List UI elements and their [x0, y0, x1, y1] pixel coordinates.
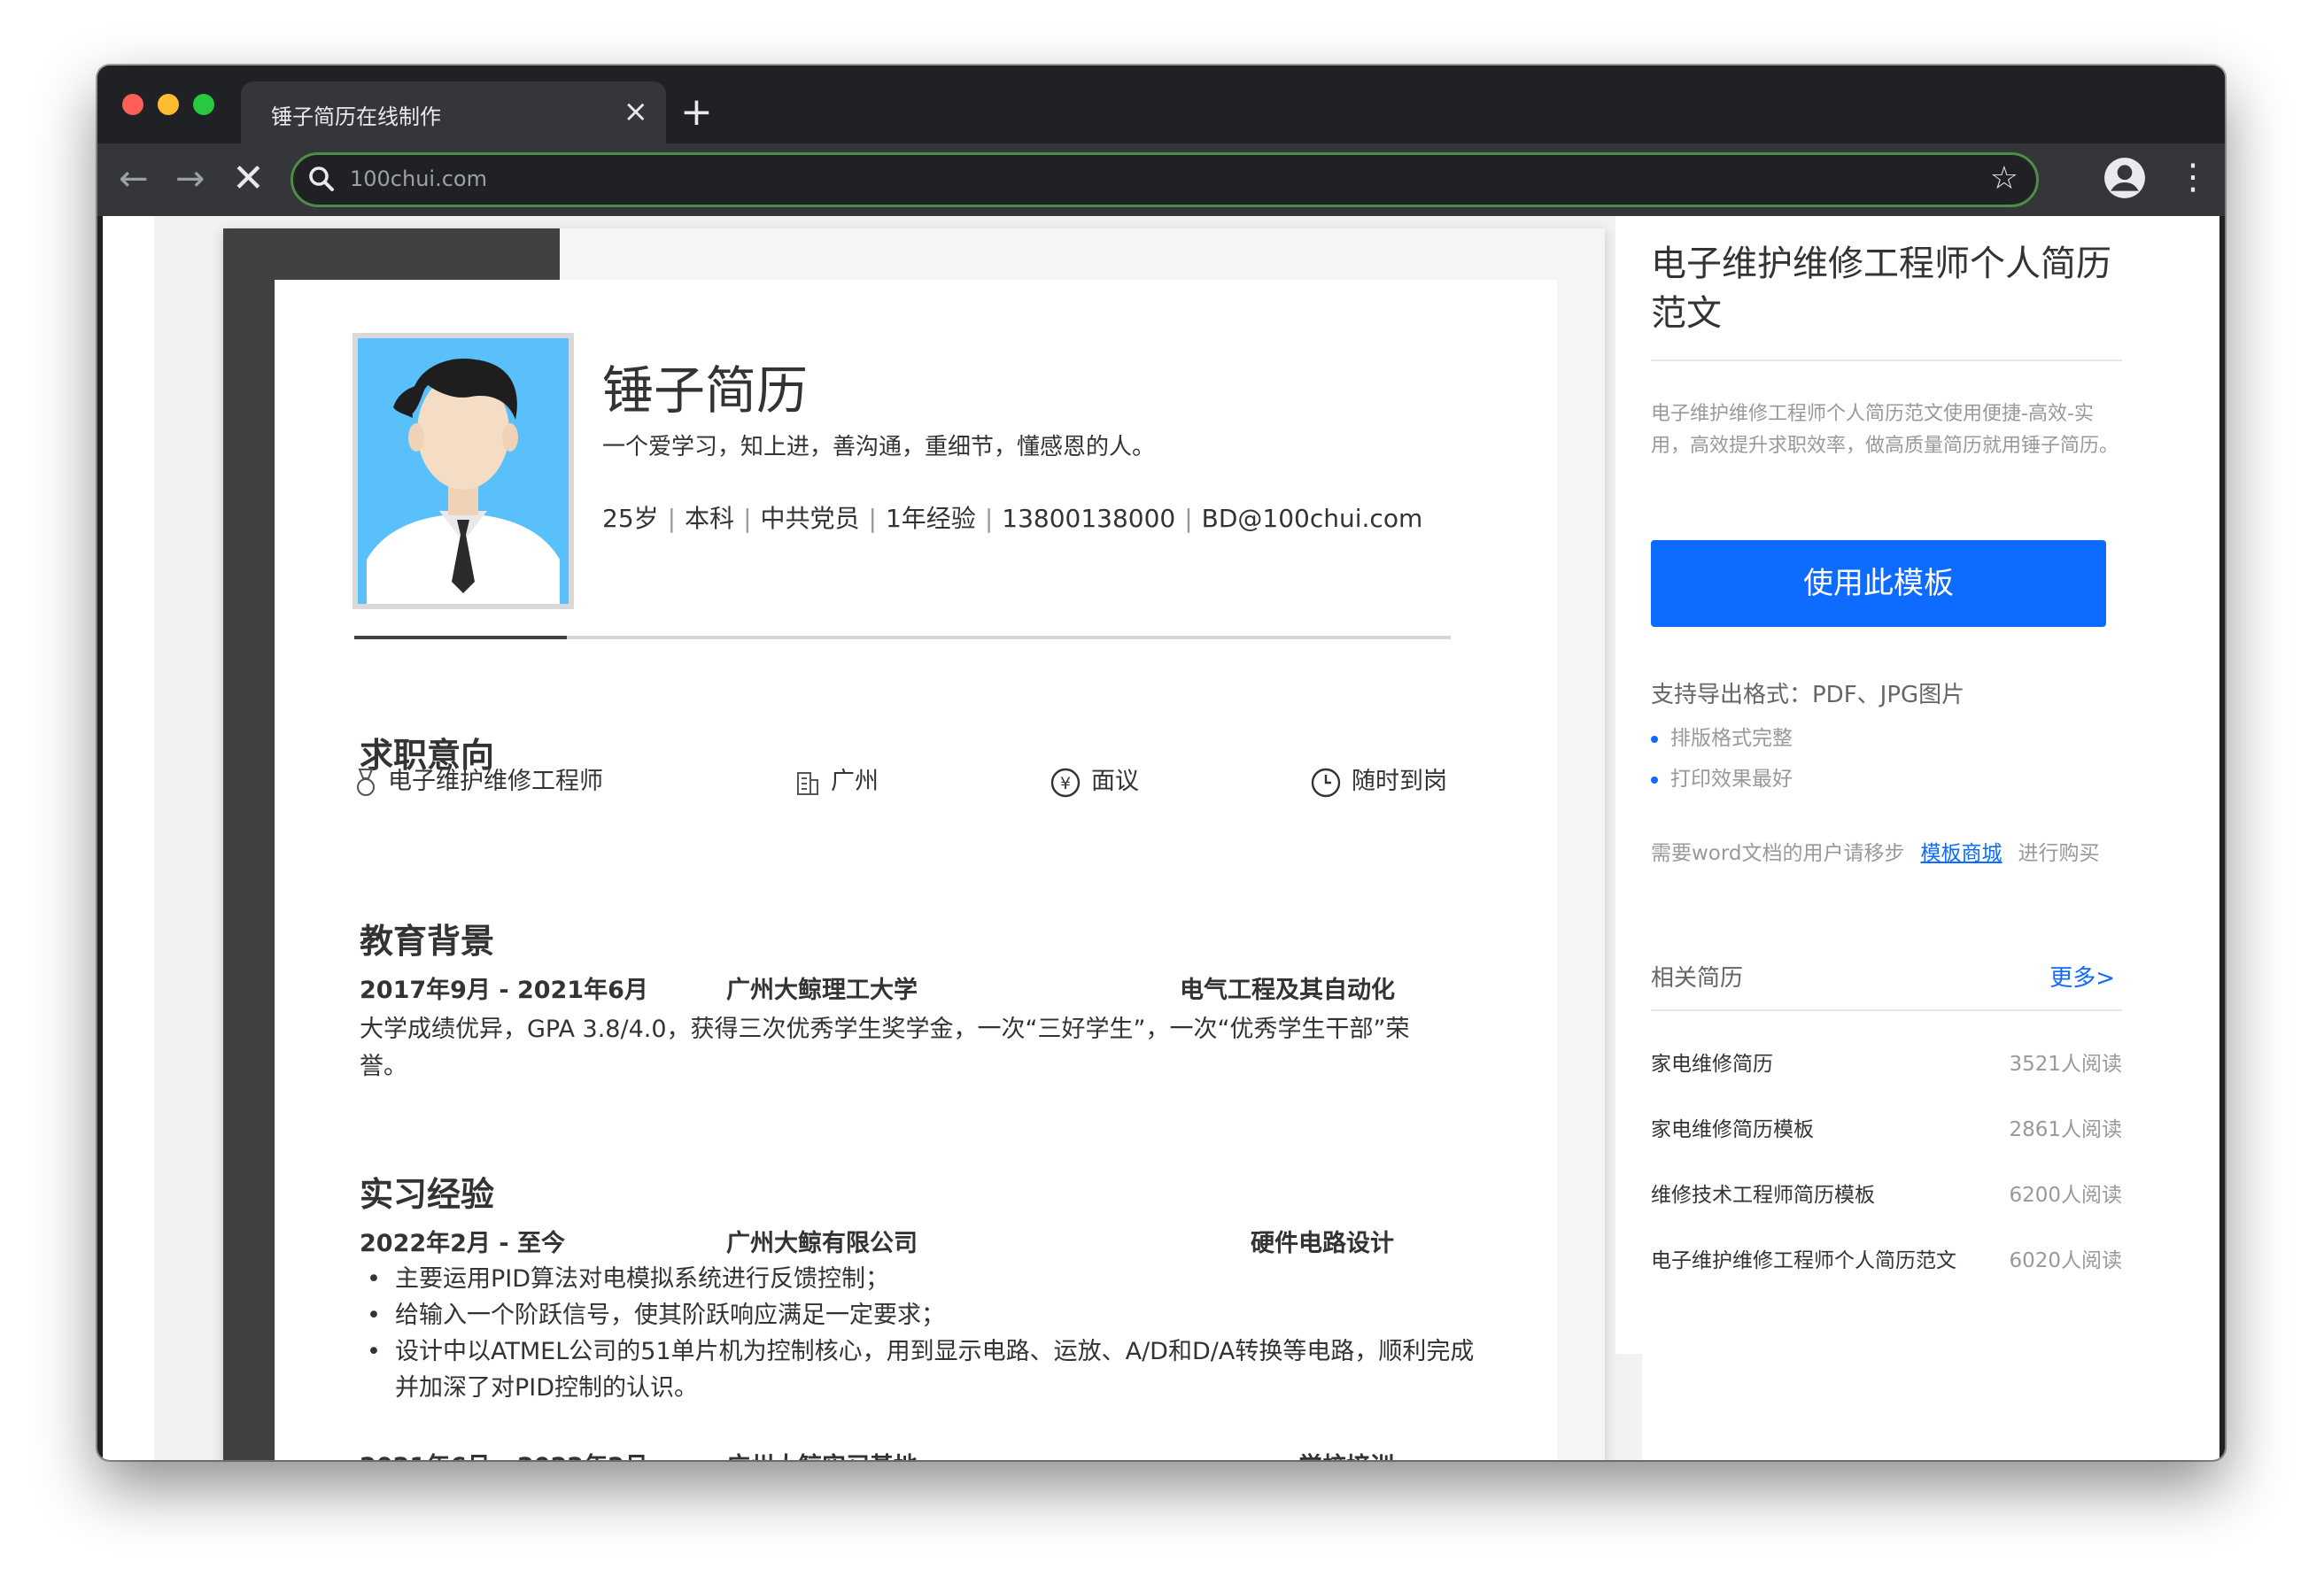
info-experience: 1年经验 — [885, 504, 976, 533]
close-window-button[interactable] — [122, 94, 143, 115]
svg-text:¥: ¥ — [1060, 774, 1071, 793]
template-sidebar: 电子维护维修工程师个人简历范文 电子维护维修工程师个人简历范文使用便捷-高效-实… — [1615, 216, 2172, 1354]
related-read-count: 3521人阅读 — [2009, 1053, 2122, 1076]
info-email: BD@100chui.com — [1201, 504, 1423, 533]
info-politics: 中共党员 — [760, 504, 860, 533]
header-divider — [354, 636, 1451, 639]
tab-close-icon[interactable]: × — [624, 94, 649, 129]
related-item[interactable]: 电子维护维修工程师个人简历范文 6020人阅读 — [1651, 1243, 2122, 1273]
section-title-internship: 实习经验 — [360, 1175, 495, 1214]
intent-position-text: 电子维护维修工程师 — [388, 768, 603, 795]
intent-salary: ¥ 面议 — [1050, 761, 1139, 798]
resume-name: 锤子简历 — [602, 360, 809, 421]
education-major: 电气工程及其自动化 — [1180, 977, 1395, 1004]
related-read-count: 6020人阅读 — [2009, 1249, 2122, 1272]
use-template-button[interactable]: 使用此模板 — [1651, 540, 2106, 627]
intent-salary-text: 面议 — [1091, 768, 1139, 795]
tab-title: 锤子简历在线制作 — [271, 104, 441, 129]
minimize-window-button[interactable] — [158, 94, 179, 115]
education-period: 2017年9月 - 2021年6月 — [360, 977, 648, 1004]
related-read-count: 2861人阅读 — [2009, 1118, 2122, 1141]
word-note: 需要word文档的用户请移步 模板商城 进行购买 — [1651, 836, 2100, 866]
info-separator: | — [1184, 504, 1193, 533]
more-menu-icon[interactable]: ⋮ — [2175, 152, 2211, 202]
related-resumes-label: 相关简历 — [1651, 965, 1744, 992]
yen-icon: ¥ — [1050, 768, 1081, 797]
related-item[interactable]: 家电维修简历 3521人阅读 — [1651, 1047, 2122, 1077]
word-note-suffix: 进行购买 — [2018, 842, 2100, 865]
section-title-education: 教育背景 — [360, 922, 495, 961]
browser-toolbar: ← → ✕ 100chui.com ☆ ⋮ — [97, 143, 2225, 216]
title-divider — [1651, 359, 2122, 361]
list-item: 设计中以ATMEL公司的51单片机为控制核心，用到显示电路、运放、A/D和D/A… — [360, 1333, 1476, 1406]
basic-info-line: 25岁 | 本科 | 中共党员 | 1年经验 | 13800138000 | BD@100chui.… — [602, 499, 1422, 535]
intent-position: 电子维护维修工程师 — [354, 761, 603, 798]
internship-period-2: 2021年6月 - 2022年2月 — [360, 1447, 648, 1460]
forward-arrow-icon[interactable]: → — [175, 154, 205, 204]
internship-bullets: 主要运用PID算法对电模拟系统进行反馈控制； 给输入一个阶跃信号，使其阶跃响应满… — [360, 1261, 1476, 1406]
template-description: 电子维护维修工程师个人简历范文使用便捷-高效-实用，高效提升求职效率，做高质量简… — [1651, 403, 2119, 457]
title-bar: 锤子简历在线制作 × + — [97, 66, 2225, 143]
related-divider — [1651, 1009, 2122, 1011]
intent-availability: 随时到岗 — [1311, 761, 1447, 798]
info-separator: | — [743, 504, 752, 533]
intent-city-text: 广州 — [831, 768, 879, 795]
related-title[interactable]: 电子维护维修工程师个人简历范文 — [1651, 1249, 1956, 1272]
bookmark-star-icon[interactable]: ☆ — [1990, 160, 2018, 197]
back-arrow-icon[interactable]: ← — [119, 154, 149, 204]
related-title[interactable]: 家电维修简历 — [1651, 1053, 1773, 1076]
intent-city: 广州 — [795, 761, 879, 796]
export-formats: 支持导出格式：PDF、JPG图片 — [1651, 682, 1965, 708]
url-text[interactable]: 100chui.com — [350, 166, 487, 191]
medal-icon — [357, 768, 375, 796]
info-degree: 本科 — [685, 504, 735, 533]
related-item[interactable]: 维修技术工程师简历模板 6200人阅读 — [1651, 1178, 2122, 1208]
internship-role-2: 学校培训 — [1298, 1447, 1394, 1460]
education-description: 大学成绩优异，GPA 3.8/4.0，获得三次优秀学生奖学金，一次“三好学生”，… — [360, 1016, 1410, 1080]
maximize-window-button[interactable] — [193, 94, 214, 115]
profile-photo — [352, 333, 574, 609]
search-icon — [309, 166, 334, 191]
intent-availability-text: 随时到岗 — [1352, 768, 1447, 795]
feature-item: 排版格式完整 — [1651, 721, 1793, 751]
internship-company-2: 广州大鲸实习基地 — [726, 1447, 918, 1460]
stop-loading-icon[interactable]: ✕ — [232, 154, 265, 204]
info-separator: | — [667, 504, 677, 533]
related-title[interactable]: 家电维修简历模板 — [1651, 1118, 1814, 1141]
info-age: 25岁 — [602, 504, 659, 533]
browser-tab[interactable]: 锤子简历在线制作 × — [241, 81, 666, 143]
internship-company: 广州大鲸有限公司 — [726, 1230, 918, 1257]
list-item: 主要运用PID算法对电模拟系统进行反馈控制； — [360, 1261, 1476, 1297]
browser-window: 锤子简历在线制作 × + ← → ✕ 100chui.com ☆ ⋮ 锤子简历 … — [97, 66, 2225, 1460]
page-viewport: 锤子简历 一个爱学习，知上进，善沟通，重细节，懂感恩的人。 25岁 | 本科 | 中共党… — [103, 216, 2219, 1460]
info-separator: | — [868, 504, 877, 533]
info-phone: 13800138000 — [1002, 504, 1176, 533]
related-title[interactable]: 维修技术工程师简历模板 — [1651, 1184, 1875, 1207]
related-item[interactable]: 家电维修简历模板 2861人阅读 — [1651, 1112, 2122, 1142]
more-link[interactable]: 更多> — [2049, 960, 2115, 993]
education-school: 广州大鲸理工大学 — [726, 977, 918, 1004]
related-read-count: 6200人阅读 — [2009, 1184, 2122, 1207]
word-note-text: 需要word文档的用户请移步 — [1651, 842, 1905, 865]
profile-avatar-icon[interactable] — [2103, 156, 2147, 200]
info-separator: | — [984, 504, 994, 533]
resume-sheet: 锤子简历 一个爱学习，知上进，善沟通，重细节，懂感恩的人。 25岁 | 本科 | 中共党… — [275, 280, 1557, 1460]
new-tab-button[interactable]: + — [680, 81, 713, 143]
resume-motto: 一个爱学习，知上进，善沟通，重细节，懂感恩的人。 — [602, 434, 1156, 460]
feature-item: 打印效果最好 — [1651, 761, 1793, 792]
building-icon — [797, 771, 818, 795]
avatar-illustration — [358, 338, 569, 604]
clock-icon — [1311, 768, 1341, 797]
resume-preview: 锤子简历 一个爱学习，知上进，善沟通，重细节，懂感恩的人。 25岁 | 本科 | 中共党… — [223, 228, 1605, 1460]
list-item: 给输入一个阶跃信号，使其阶跃响应满足一定要求； — [360, 1297, 1476, 1333]
internship-role: 硬件电路设计 — [1251, 1230, 1394, 1257]
internship-period: 2022年2月 - 至今 — [360, 1230, 565, 1257]
template-title: 电子维护维修工程师个人简历范文 — [1651, 243, 2111, 334]
template-store-link[interactable]: 模板商城 — [1921, 842, 2003, 865]
address-bar[interactable]: 100chui.com ☆ — [290, 152, 2039, 207]
